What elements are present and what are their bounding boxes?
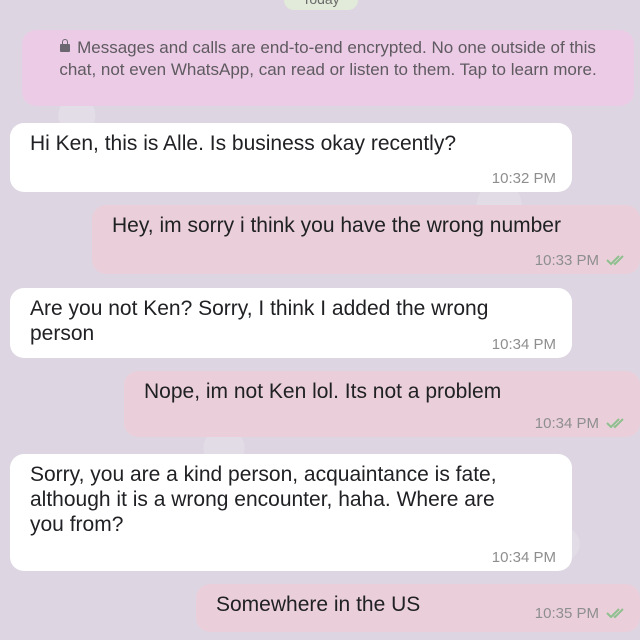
message-meta: 10:35 PM	[535, 605, 628, 623]
message-time: 10:35 PM	[534, 605, 599, 622]
message-text: Hi Ken, this is Alle. Is business okay r…	[30, 132, 457, 155]
message-text: Nope, im not Ken lol. Its not a problem	[144, 380, 502, 403]
message-meta: 10:34 PM	[535, 415, 628, 433]
message-time: 10:34 PM	[491, 549, 556, 566]
message-text: Hey, im sorry i think you have the wrong…	[112, 214, 561, 237]
message-bubble-incoming[interactable]: Sorry, you are a kind person, acquaintan…	[10, 454, 572, 571]
message-time: 10:32 PM	[491, 170, 556, 187]
lock-icon	[60, 39, 71, 52]
read-receipt-icon	[606, 607, 628, 619]
date-separator: Today	[284, 0, 358, 10]
message-text: Are you not Ken? Sorry, I think I added …	[30, 297, 489, 345]
read-receipt-icon	[606, 254, 628, 266]
message-time: 10:34 PM	[491, 336, 556, 353]
message-bubble-incoming[interactable]: Hi Ken, this is Alle. Is business okay r…	[10, 123, 572, 192]
message-time: 10:34 PM	[534, 415, 599, 432]
encryption-notice[interactable]: Messages and calls are end-to-end encryp…	[22, 30, 634, 106]
message-bubble-outgoing[interactable]: Nope, im not Ken lol. Its not a problem …	[124, 371, 640, 437]
message-time: 10:33 PM	[534, 252, 599, 269]
message-bubble-incoming[interactable]: Are you not Ken? Sorry, I think I added …	[10, 288, 572, 358]
message-meta: 10:33 PM	[535, 252, 628, 270]
message-bubble-outgoing[interactable]: Somewhere in the US 10:35 PM	[196, 584, 640, 632]
read-receipt-icon	[606, 417, 628, 429]
message-text: Sorry, you are a kind person, acquaintan…	[30, 463, 497, 536]
message-bubble-outgoing[interactable]: Hey, im sorry i think you have the wrong…	[92, 205, 640, 274]
encryption-notice-text: Messages and calls are end-to-end encryp…	[59, 38, 597, 79]
